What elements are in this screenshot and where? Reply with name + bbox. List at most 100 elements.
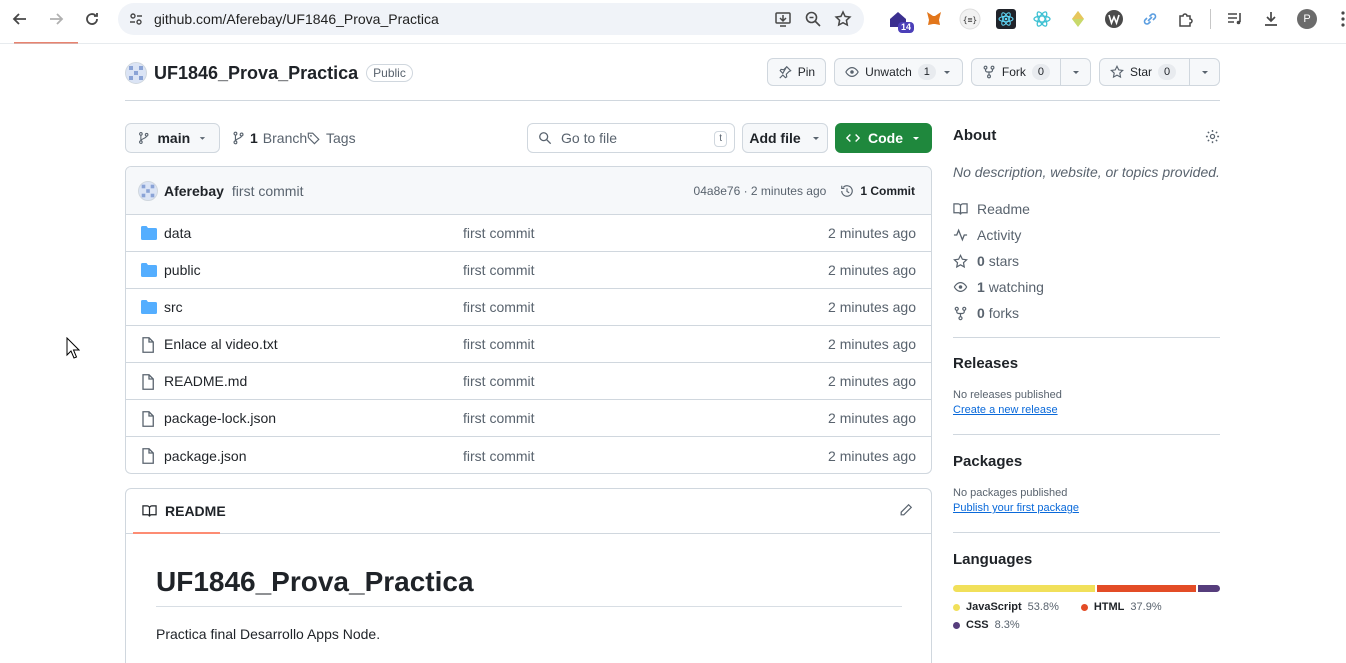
commit-hash-time[interactable]: 04a8e76 · 2 minutes ago (694, 184, 827, 198)
wappalyzer-icon[interactable] (1096, 3, 1132, 35)
address-bar[interactable]: github.com/Aferebay/UF1846_Prova_Practic… (118, 3, 864, 35)
caret-down-icon (1201, 71, 1208, 74)
add-file-button[interactable]: Add file (742, 123, 828, 153)
file-commit-message[interactable]: first commit (463, 410, 535, 426)
file-commit-date: 2 minutes ago (828, 447, 916, 464)
link-extension-icon[interactable] (1132, 3, 1168, 35)
file-name[interactable]: package-lock.json (164, 410, 276, 426)
language-item[interactable]: HTML 37.9% (1080, 601, 1162, 613)
install-app-icon[interactable] (774, 10, 792, 28)
star-dropdown[interactable] (1189, 59, 1219, 85)
commits-link[interactable]: 1 Commit (840, 184, 915, 198)
forks-link[interactable]: 0 forks (953, 300, 1220, 326)
publish-package-link[interactable]: Publish your first package (953, 502, 1220, 514)
create-release-link[interactable]: Create a new release (953, 404, 1220, 416)
file-commit-message[interactable]: first commit (463, 262, 535, 278)
packages-title[interactable]: Packages (953, 453, 1220, 470)
language-item[interactable]: JavaScript 53.8% (953, 601, 1059, 613)
forward-button[interactable] (38, 1, 74, 37)
language-dot-icon (953, 603, 960, 611)
file-row[interactable]: Enlace al video.txt first commit 2 minutes… (126, 326, 931, 363)
go-to-file-input[interactable]: Go to file t (527, 123, 735, 153)
file-table: Aferebay first commit 04a8e76 · 2 minute… (125, 166, 932, 474)
file-row[interactable]: README.md first commit 2 minutes ago (126, 363, 931, 400)
reload-icon (86, 13, 98, 25)
zoom-icon[interactable] (804, 10, 822, 28)
fork-button[interactable]: Fork 0 (972, 59, 1060, 85)
about-settings-button[interactable] (1205, 129, 1220, 147)
file-name[interactable]: public (164, 262, 201, 278)
language-name: JavaScript (966, 601, 1022, 613)
gem-extension-icon[interactable] (1060, 3, 1096, 35)
language-item[interactable]: CSS 8.3% (953, 619, 1020, 631)
profile-button[interactable]: P (1289, 3, 1325, 35)
commit-author-avatar[interactable] (138, 180, 158, 201)
language-dot-icon (1080, 603, 1088, 611)
reload-button[interactable] (74, 1, 110, 37)
file-name[interactable]: data (164, 225, 191, 241)
file-row[interactable]: package-lock.json first commit 2 minutes a… (126, 400, 931, 437)
folder-icon (141, 226, 157, 240)
star-button[interactable]: Star 0 (1100, 59, 1189, 85)
file-name[interactable]: package.json (164, 448, 247, 464)
file-commit-message[interactable]: first commit (463, 299, 535, 315)
json-extension-icon[interactable]: {≡} (952, 3, 988, 35)
commit-author[interactable]: Aferebay (164, 183, 224, 199)
file-row[interactable]: public first commit 2 minutes ago (126, 252, 931, 289)
back-button[interactable] (2, 1, 38, 37)
releases-section: Releases No releases published Create a … (953, 355, 1220, 416)
extension-house-icon[interactable]: 14 (880, 3, 916, 35)
releases-title[interactable]: Releases (953, 355, 1220, 372)
repo-title[interactable]: UF1846_Prova_Practica (154, 63, 358, 84)
branches-link[interactable]: 1 Branch (232, 123, 307, 153)
watching-label: watching (988, 279, 1044, 295)
code-button[interactable]: Code (835, 123, 932, 153)
file-commit-date: 2 minutes ago (828, 225, 916, 241)
owner-avatar[interactable] (125, 62, 147, 84)
file-commit-message[interactable]: first commit (463, 336, 535, 352)
media-playlist-icon[interactable] (1217, 3, 1253, 35)
branch-selector[interactable]: main (125, 123, 220, 153)
commit-message[interactable]: first commit (232, 183, 304, 199)
file-commit-message[interactable]: first commit (463, 373, 535, 389)
file-row[interactable]: src first commit 2 minutes ago (126, 289, 931, 326)
react-icon[interactable] (1024, 3, 1060, 35)
watching-link[interactable]: 1 watching (953, 274, 1220, 300)
fork-dropdown[interactable] (1060, 59, 1090, 85)
file-row[interactable]: data first commit 2 minutes ago (126, 215, 931, 252)
edit-readme-button[interactable] (899, 503, 913, 520)
url-text[interactable]: github.com/Aferebay/UF1846_Prova_Practic… (154, 11, 439, 27)
file-name[interactable]: README.md (164, 373, 247, 389)
caret-down-icon (199, 137, 206, 140)
tags-link[interactable]: Tags (307, 123, 356, 153)
caret-down-icon (1072, 71, 1079, 74)
metamask-fox-icon[interactable] (916, 3, 952, 35)
chrome-menu-icon[interactable] (1325, 3, 1346, 35)
readme-body: Practica final Desarrollo Apps Node. (156, 626, 381, 642)
activity-link[interactable]: Activity (953, 222, 1220, 248)
readme-tab[interactable]: README (165, 503, 226, 519)
file-commit-message[interactable]: first commit (463, 225, 535, 241)
react-devtools-icon[interactable] (988, 3, 1024, 35)
star-icon (953, 253, 968, 268)
watching-count: 1 (977, 279, 985, 295)
language-percent: 53.8% (1027, 601, 1059, 613)
forks-count: 0 (977, 305, 985, 321)
readme-link[interactable]: Readme (953, 196, 1220, 222)
language-name: CSS (966, 619, 989, 631)
file-commit-date: 2 minutes ago (828, 262, 916, 278)
bookmark-star-icon[interactable] (834, 10, 852, 28)
pin-button[interactable]: Pin (766, 58, 827, 86)
star-counter: 0 (1158, 64, 1177, 80)
visibility-badge: Public (366, 64, 413, 82)
file-row[interactable]: package.json first commit 2 minutes ago (126, 437, 931, 473)
file-commit-message[interactable]: first commit (463, 448, 535, 464)
stars-link[interactable]: 0 stars (953, 248, 1220, 274)
sidebar-divider (953, 434, 1220, 435)
extensions-puzzle-icon[interactable] (1168, 3, 1204, 35)
site-info-icon[interactable] (118, 11, 154, 27)
file-name[interactable]: src (164, 299, 183, 315)
file-name[interactable]: Enlace al video.txt (164, 336, 278, 352)
download-icon[interactable] (1253, 3, 1289, 35)
unwatch-button[interactable]: Unwatch 1 (834, 58, 963, 86)
